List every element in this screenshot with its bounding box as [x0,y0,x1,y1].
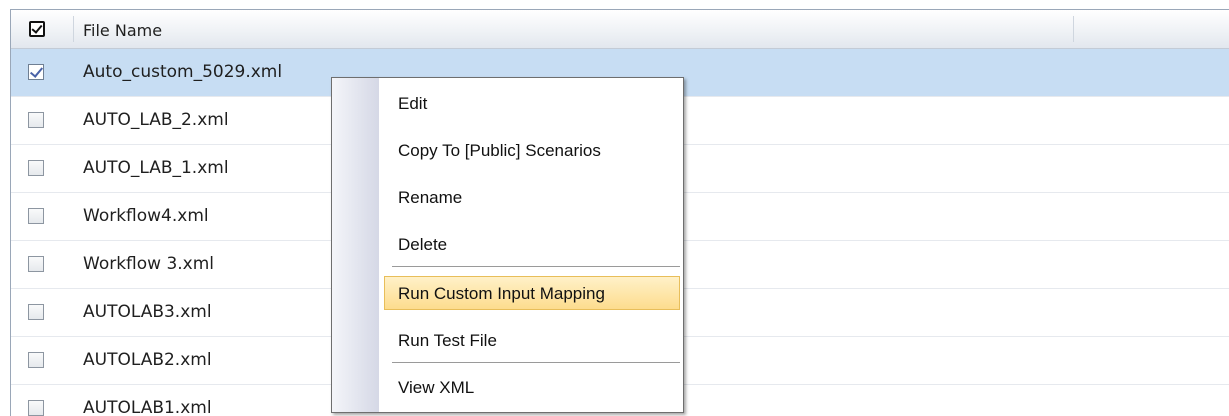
grid-header: File Name [11,10,1229,49]
menu-item-rename[interactable]: Rename [384,180,680,214]
menu-separator [392,266,680,267]
context-menu: Edit Copy To [Public] Scenarios Rename D… [331,77,684,413]
header-file-name-label: File Name [83,21,163,40]
row-checkbox[interactable] [28,256,44,272]
file-name: AUTOLAB2.xml [83,350,212,370]
select-all-checkbox-icon[interactable] [29,21,45,37]
header-divider [1073,16,1074,42]
menu-item-edit[interactable]: Edit [384,86,680,120]
menu-item-label: Copy To [Public] Scenarios [398,141,601,160]
file-name: AUTO_LAB_1.xml [83,158,229,178]
file-name: AUTOLAB3.xml [83,302,212,322]
row-checkbox[interactable] [28,208,44,224]
menu-item-label: Edit [398,94,428,113]
menu-item-label: Run Test File [398,331,497,350]
menu-separator [392,362,680,363]
row-checkbox[interactable] [28,400,44,416]
row-checkbox[interactable] [28,352,44,368]
file-name: AUTO_LAB_2.xml [83,110,229,130]
header-select-all-cell[interactable] [11,10,73,48]
row-checkbox[interactable] [28,64,44,80]
file-name: Workflow 3.xml [83,254,215,274]
file-name: AUTOLAB1.xml [83,398,212,416]
header-file-name[interactable]: File Name [73,10,1073,48]
menu-item-label: Delete [398,235,448,254]
menu-item-view-xml[interactable]: View XML [384,370,680,404]
menu-item-label: Rename [398,188,463,207]
row-checkbox[interactable] [28,160,44,176]
row-checkbox[interactable] [28,304,44,320]
context-menu-icon-strip [332,78,379,412]
row-checkbox[interactable] [28,112,44,128]
menu-item-label: Run Custom Input Mapping [398,284,605,303]
menu-item-delete[interactable]: Delete [384,227,680,261]
menu-item-label: View XML [398,378,475,397]
menu-item-run-test-file[interactable]: Run Test File [384,323,680,357]
menu-item-run-custom-input-mapping[interactable]: Run Custom Input Mapping [384,276,680,310]
menu-item-copy-to-public-scenarios[interactable]: Copy To [Public] Scenarios [384,133,680,167]
file-name: Workflow4.xml [83,206,209,226]
file-name: Auto_custom_5029.xml [83,62,283,82]
